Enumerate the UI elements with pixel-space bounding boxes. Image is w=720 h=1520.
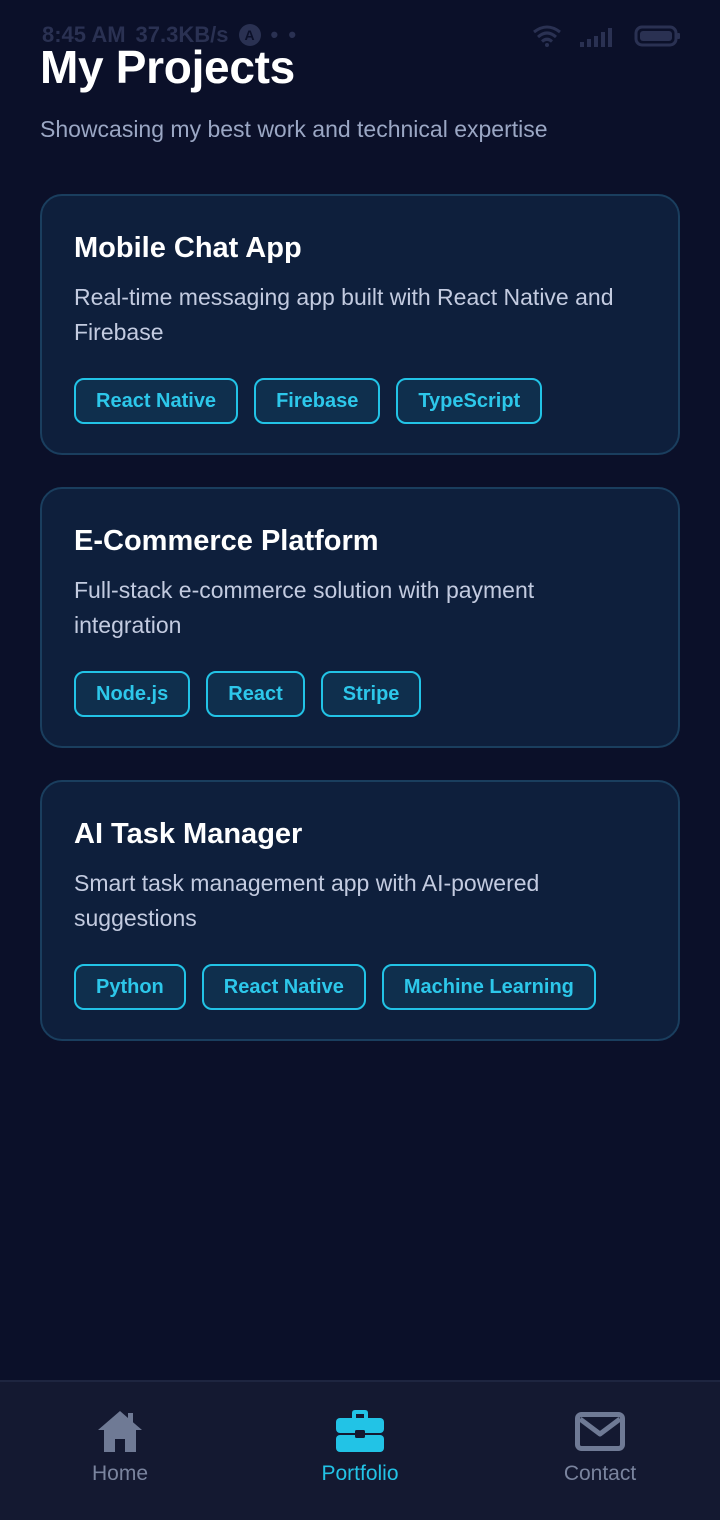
nav-label-portfolio: Portfolio [321,1462,399,1485]
project-card-mobile-chat-app[interactable]: Mobile Chat App Real-time messaging app … [40,194,680,455]
project-list: Mobile Chat App Real-time messaging app … [40,194,680,1073]
tech-tag[interactable]: TypeScript [396,378,543,424]
tech-tag[interactable]: React [206,671,305,717]
tech-tag[interactable]: Stripe [320,671,422,717]
tag-list: Node.js React Stripe [74,671,646,717]
home-icon [98,1411,142,1452]
project-title: E-Commerce Platform [74,525,379,557]
tech-tag[interactable]: React Native [74,378,239,424]
tech-tag[interactable]: Firebase [254,378,381,424]
project-title: AI Task Manager [74,818,303,850]
tech-tag[interactable]: Machine Learning [381,964,596,1010]
project-title: Mobile Chat App [74,232,302,264]
tag-list: Python React Native Machine Learning [74,964,646,1010]
tech-tag[interactable]: Python [74,964,186,1010]
project-description: Full-stack e-commerce solution with paym… [74,577,535,638]
tech-tag[interactable]: Node.js [74,671,191,717]
signal-icon [580,28,612,47]
mail-icon [575,1412,625,1451]
portfolio-screen: 8:45 AM 37.3KB/s A • • My Projects Showc… [0,0,720,1520]
status-right [532,22,682,48]
project-description: Smart task management app with AI-powere… [74,870,540,931]
tag-list: React Native Firebase TypeScript [74,378,646,424]
page-title: My Projects [40,41,295,93]
briefcase-icon [336,1410,384,1452]
bottom-nav: Home Portfolio Contact [0,1380,720,1520]
nav-item-contact[interactable]: Contact [480,1382,720,1520]
project-card-ai-task-manager[interactable]: AI Task Manager Smart task management ap… [40,780,680,1041]
nav-label-contact: Contact [563,1462,637,1485]
wifi-icon [533,25,561,47]
project-card-e-commerce-platform[interactable]: E-Commerce Platform Full-stack e-commerc… [40,487,680,748]
battery-icon [634,25,680,47]
project-description: Real-time messaging app built with React… [74,284,614,345]
nav-item-home[interactable]: Home [0,1382,240,1520]
tech-tag[interactable]: React Native [201,964,366,1010]
page-subtitle: Showcasing my best work and technical ex… [40,116,548,142]
nav-label-home: Home [91,1462,149,1485]
nav-item-portfolio[interactable]: Portfolio [240,1382,480,1520]
